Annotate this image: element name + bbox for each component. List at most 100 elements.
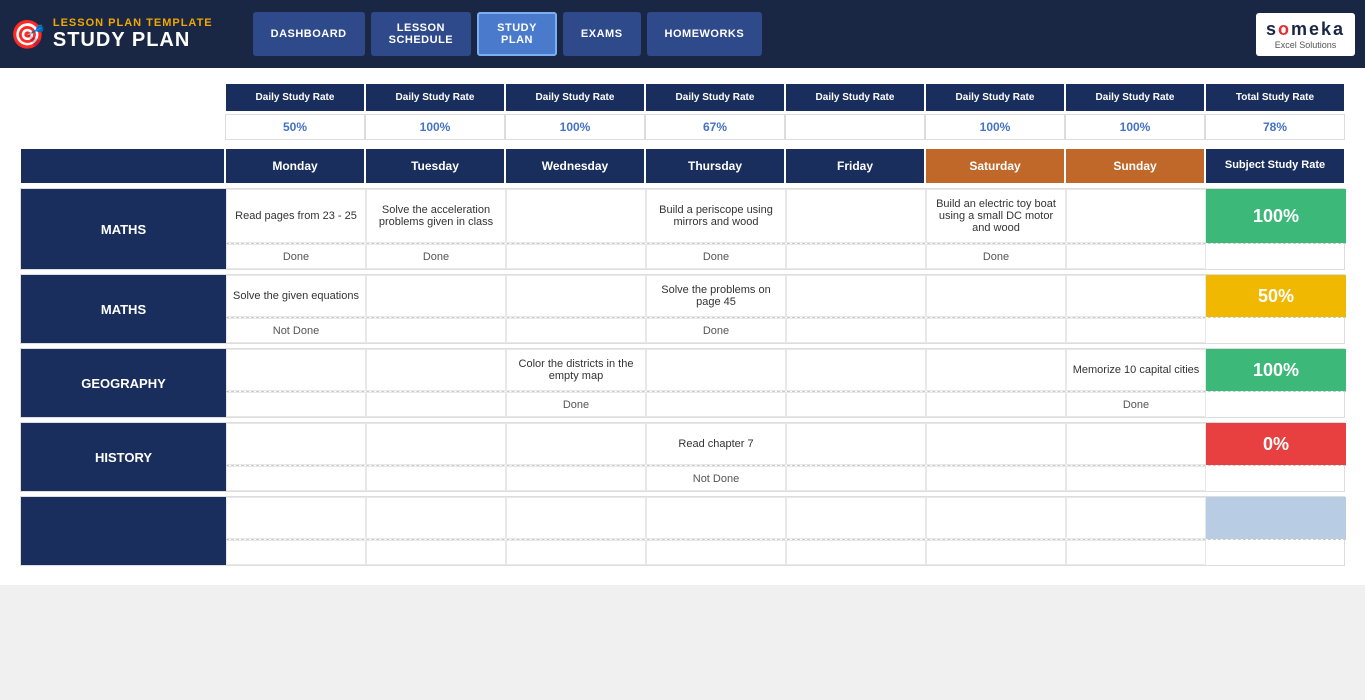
task-cell-0-fri xyxy=(786,189,926,243)
status-cell-1-wed xyxy=(506,318,646,343)
status-cell-2-thu xyxy=(646,392,786,417)
brand-logo: 🎯 LESSON PLAN TEMPLATE STUDY PLAN xyxy=(10,17,213,52)
day-header-sat: Saturday xyxy=(925,148,1065,184)
status-cell-0-tue: Done xyxy=(366,244,506,269)
task-cell-0-mon: Read pages from 23 - 25 xyxy=(226,189,366,243)
subject-tasks-block-4 xyxy=(226,497,1346,565)
brand-main-title: STUDY PLAN xyxy=(53,29,213,52)
nav-exams[interactable]: EXAMS xyxy=(563,12,641,56)
logo-icon: 🎯 xyxy=(10,18,45,51)
rate-header-mon: Daily Study Rate xyxy=(225,83,365,112)
status-cell-2-tue xyxy=(366,392,506,417)
task-cell-1-mon: Solve the given equations xyxy=(226,275,366,317)
day-header-thu: Thursday xyxy=(645,148,785,184)
task-cell-1-tue xyxy=(366,275,506,317)
status-cell-1-tue xyxy=(366,318,506,343)
brand-title-block: LESSON PLAN TEMPLATE STUDY PLAN xyxy=(53,17,213,52)
task-cell-3-mon xyxy=(226,423,366,465)
task-cell-3-sun xyxy=(1066,423,1206,465)
task-cell-3-sat xyxy=(926,423,1066,465)
subject-row-2: GEOGRAPHYColor the districts in the empt… xyxy=(20,348,1345,418)
task-cell-4-mon xyxy=(226,497,366,539)
someka-logo-sub: Excel Solutions xyxy=(1275,40,1337,50)
day-header-empty xyxy=(20,148,225,184)
status-cell-2-mon xyxy=(226,392,366,417)
subject-label-1: MATHS xyxy=(21,275,226,343)
rate-val-sat: 100% xyxy=(925,114,1065,140)
nav-dashboard[interactable]: DASHBOARD xyxy=(253,12,365,56)
subject-label-4 xyxy=(21,497,226,565)
day-header-rate: Subject Study Rate xyxy=(1205,148,1345,184)
task-cell-1-sun xyxy=(1066,275,1206,317)
task-cell-1-thu: Solve the problems on page 45 xyxy=(646,275,786,317)
nav-homeworks[interactable]: HOMEWORKS xyxy=(647,12,763,56)
nav-bar: DASHBOARD LESSONSCHEDULE STUDYPLAN EXAMS… xyxy=(253,12,763,56)
task-cell-0-wed xyxy=(506,189,646,243)
subject-row-3: HISTORY Read chapter 7 0% Not Done xyxy=(20,422,1345,492)
status-cell-0-sun xyxy=(1066,244,1206,269)
status-cell-0-fri xyxy=(786,244,926,269)
task-cell-0-sun xyxy=(1066,189,1206,243)
status-cell-4-thu xyxy=(646,540,786,565)
task-cell-4-tue xyxy=(366,497,506,539)
task-cell-3-tue xyxy=(366,423,506,465)
task-cell-0-sat: Build an electric toy boat using a small… xyxy=(926,189,1066,243)
task-cell-2-sat xyxy=(926,349,1066,391)
rate-header-tue: Daily Study Rate xyxy=(365,83,505,112)
subject-row-1: MATHSSolve the given equationsSolve the … xyxy=(20,274,1345,344)
rate-header-fri: Daily Study Rate xyxy=(785,83,925,112)
status-cell-3-mon xyxy=(226,466,366,491)
status-cell-3-sun xyxy=(1066,466,1206,491)
status-cell-2-fri xyxy=(786,392,926,417)
someka-logo: someka Excel Solutions xyxy=(1256,13,1355,56)
rate-header-wed: Daily Study Rate xyxy=(505,83,645,112)
rate-header-thu: Daily Study Rate xyxy=(645,83,785,112)
task-cell-2-thu xyxy=(646,349,786,391)
task-cell-1-fri xyxy=(786,275,926,317)
task-cell-3-wed xyxy=(506,423,646,465)
rate-val-sun: 100% xyxy=(1065,114,1205,140)
rate-badge-0: 100% xyxy=(1206,189,1346,243)
task-cell-3-thu: Read chapter 7 xyxy=(646,423,786,465)
someka-logo-text: someka xyxy=(1266,19,1345,40)
status-cell-0-wed xyxy=(506,244,646,269)
status-cell-4-sat xyxy=(926,540,1066,565)
task-cell-2-wed: Color the districts in the empty map xyxy=(506,349,646,391)
status-cell-2-sat xyxy=(926,392,1066,417)
status-cell-1-fri xyxy=(786,318,926,343)
task-cell-2-mon xyxy=(226,349,366,391)
status-cell-1-mon: Not Done xyxy=(226,318,366,343)
day-header-row: Monday Tuesday Wednesday Thursday Friday… xyxy=(20,148,1345,184)
task-cell-2-tue xyxy=(366,349,506,391)
subject-tasks-block-2: Color the districts in the empty mapMemo… xyxy=(226,349,1346,417)
rate-val-fri xyxy=(785,114,925,140)
rate-badge-4 xyxy=(1206,497,1346,539)
subject-tasks-block-1: Solve the given equations Solve the probl… xyxy=(226,275,1346,343)
rate-val-tue: 100% xyxy=(365,114,505,140)
status-cell-3-sat xyxy=(926,466,1066,491)
subject-row-0: MATHSRead pages from 23 - 25Solve the ac… xyxy=(20,188,1345,270)
nav-study-plan[interactable]: STUDYPLAN xyxy=(477,12,557,56)
subject-label-3: HISTORY xyxy=(21,423,226,491)
rate-val-thu: 67% xyxy=(645,114,785,140)
day-header-mon: Monday xyxy=(225,148,365,184)
status-cell-4-fri xyxy=(786,540,926,565)
status-cell-3-thu: Not Done xyxy=(646,466,786,491)
status-cell-0-sat: Done xyxy=(926,244,1066,269)
task-cell-1-wed xyxy=(506,275,646,317)
main-content: Daily Study Rate Daily Study Rate Daily … xyxy=(0,68,1365,585)
app-header: 🎯 LESSON PLAN TEMPLATE STUDY PLAN DASHBO… xyxy=(0,0,1365,68)
rate-badge-3: 0% xyxy=(1206,423,1346,465)
subject-label-2: GEOGRAPHY xyxy=(21,349,226,417)
rate-value-row: 50% 100% 100% 67% 100% 100% 78% xyxy=(225,114,1345,140)
status-cell-4-tue xyxy=(366,540,506,565)
brand-subtitle: LESSON PLAN TEMPLATE xyxy=(53,17,213,29)
status-cell-0-mon: Done xyxy=(226,244,366,269)
rate-badge-2: 100% xyxy=(1206,349,1346,391)
day-header-wed: Wednesday xyxy=(505,148,645,184)
rate-val-wed: 100% xyxy=(505,114,645,140)
status-cell-3-fri xyxy=(786,466,926,491)
task-cell-4-thu xyxy=(646,497,786,539)
subject-row-4 xyxy=(20,496,1345,566)
nav-lesson-schedule[interactable]: LESSONSCHEDULE xyxy=(371,12,472,56)
